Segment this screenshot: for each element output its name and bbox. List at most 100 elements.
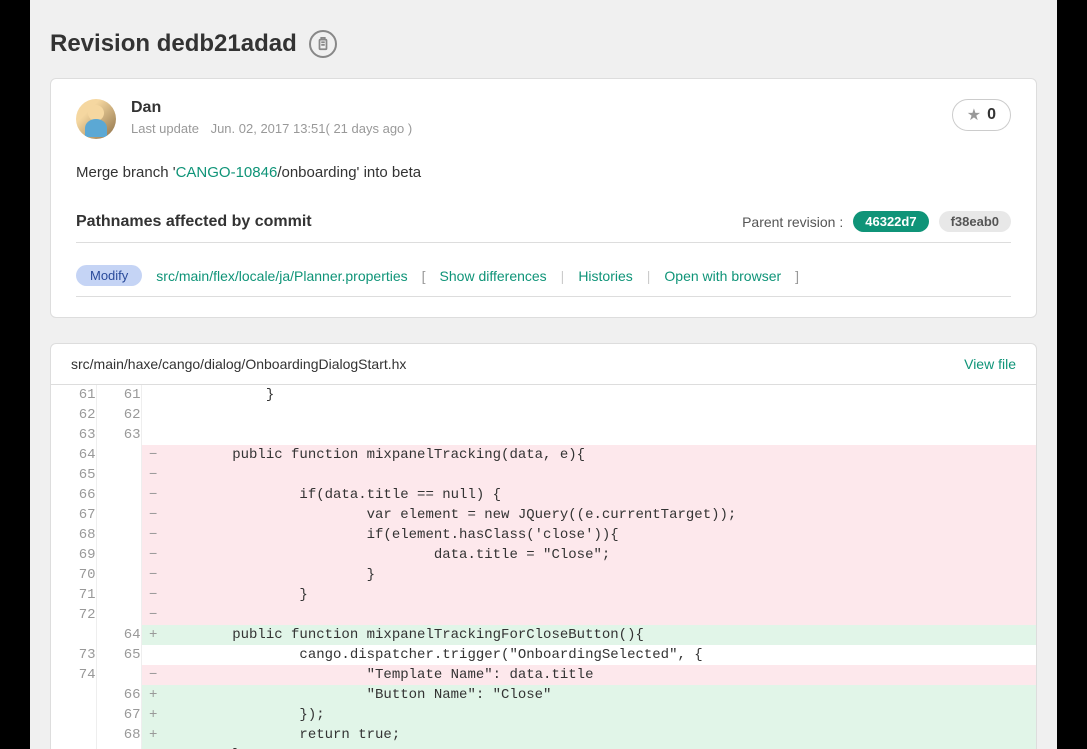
last-update-label: Last update — [131, 121, 199, 136]
new-line-number[interactable]: 65 — [96, 645, 141, 665]
open-browser-link[interactable]: Open with browser — [664, 268, 781, 284]
diff-line: 69+ } — [51, 745, 1036, 749]
affected-file-path[interactable]: src/main/flex/locale/ja/Planner.properti… — [156, 268, 407, 284]
new-line-number[interactable] — [96, 445, 141, 465]
old-line-number[interactable]: 62 — [51, 405, 96, 425]
old-line-number[interactable]: 73 — [51, 645, 96, 665]
diff-line: 64+ public function mixpanelTrackingForC… — [51, 625, 1036, 645]
histories-link[interactable]: Histories — [578, 268, 632, 284]
diff-code: if(data.title == null) { — [165, 485, 1036, 505]
old-line-number[interactable] — [51, 745, 96, 749]
show-differences-link[interactable]: Show differences — [440, 268, 547, 284]
diff-line: 68+ return true; — [51, 725, 1036, 745]
diff-line: 66 − if(data.title == null) { — [51, 485, 1036, 505]
old-line-number[interactable]: 70 — [51, 565, 96, 585]
diff-line: 6161 } — [51, 385, 1036, 405]
diff-marker: − — [141, 445, 165, 465]
old-line-number[interactable]: 65 — [51, 465, 96, 485]
diff-code — [165, 425, 1036, 445]
new-line-number[interactable] — [96, 605, 141, 625]
avatar[interactable] — [76, 99, 116, 139]
modify-badge: Modify — [76, 265, 142, 286]
diff-line: 72− — [51, 605, 1036, 625]
old-line-number[interactable]: 74 — [51, 665, 96, 685]
new-line-number[interactable] — [96, 585, 141, 605]
new-line-number[interactable]: 61 — [96, 385, 141, 405]
diff-marker: − — [141, 525, 165, 545]
diff-code: public function mixpanelTrackingForClose… — [165, 625, 1036, 645]
old-line-number[interactable]: 61 — [51, 385, 96, 405]
diff-line: 6363 — [51, 425, 1036, 445]
old-line-number[interactable]: 64 — [51, 445, 96, 465]
new-line-number[interactable]: 63 — [96, 425, 141, 445]
bracket-open: [ — [422, 268, 426, 284]
view-file-link[interactable]: View file — [964, 356, 1016, 372]
diff-line: 70 − } — [51, 565, 1036, 585]
ticket-link[interactable]: CANGO-10846 — [176, 164, 278, 181]
diff-code: "Button Name": "Close" — [165, 685, 1036, 705]
star-icon: ★ — [967, 105, 981, 125]
diff-marker — [141, 645, 165, 665]
new-line-number[interactable] — [96, 545, 141, 565]
diff-marker: + — [141, 625, 165, 645]
parent-rev-1[interactable]: 46322d7 — [853, 211, 928, 232]
diff-code — [165, 405, 1036, 425]
diff-line: 67− var element = new JQuery((e.currentT… — [51, 505, 1036, 525]
diff-code: } — [165, 565, 1036, 585]
old-line-number[interactable] — [51, 625, 96, 645]
affected-file-row: Modify src/main/flex/locale/ja/Planner.p… — [76, 255, 1011, 297]
diff-code: } — [165, 385, 1036, 405]
diff-line: 7365 cango.dispatcher.trigger("Onboardin… — [51, 645, 1036, 665]
diff-marker: − — [141, 485, 165, 505]
old-line-number[interactable] — [51, 725, 96, 745]
new-line-number[interactable] — [96, 525, 141, 545]
diff-marker: − — [141, 585, 165, 605]
new-line-number[interactable] — [96, 505, 141, 525]
action-divider: | — [647, 268, 651, 284]
old-line-number[interactable]: 66 — [51, 485, 96, 505]
diff-marker: + — [141, 725, 165, 745]
old-line-number[interactable]: 67 — [51, 505, 96, 525]
copy-revision-button[interactable] — [309, 30, 337, 58]
diff-code: data.title = "Close"; — [165, 545, 1036, 565]
diff-marker: − — [141, 565, 165, 585]
diff-line: 71 − } — [51, 585, 1036, 605]
parent-revision-label: Parent revision : — [742, 214, 843, 230]
diff-marker: − — [141, 505, 165, 525]
new-line-number[interactable] — [96, 485, 141, 505]
new-line-number[interactable]: 66 — [96, 685, 141, 705]
old-line-number[interactable]: 68 — [51, 525, 96, 545]
diff-marker — [141, 405, 165, 425]
new-line-number[interactable]: 68 — [96, 725, 141, 745]
old-line-number[interactable] — [51, 685, 96, 705]
diff-filename: src/main/haxe/cango/dialog/OnboardingDia… — [71, 356, 406, 372]
action-divider: | — [561, 268, 565, 284]
clipboard-icon — [316, 37, 330, 51]
old-line-number[interactable]: 71 — [51, 585, 96, 605]
new-line-number[interactable]: 64 — [96, 625, 141, 645]
diff-code: } — [165, 585, 1036, 605]
diff-line: 67+ }); — [51, 705, 1036, 725]
diff-marker — [141, 385, 165, 405]
new-line-number[interactable]: 67 — [96, 705, 141, 725]
diff-marker: + — [141, 705, 165, 725]
old-line-number[interactable]: 63 — [51, 425, 96, 445]
star-count: 0 — [987, 106, 996, 124]
new-line-number[interactable] — [96, 665, 141, 685]
diff-line: 6262 — [51, 405, 1036, 425]
diff-code: "Template Name": data.title — [165, 665, 1036, 685]
old-line-number[interactable]: 69 — [51, 545, 96, 565]
new-line-number[interactable] — [96, 465, 141, 485]
author-name[interactable]: Dan — [131, 99, 412, 117]
diff-marker: − — [141, 545, 165, 565]
old-line-number[interactable]: 72 — [51, 605, 96, 625]
diff-code — [165, 465, 1036, 485]
parent-rev-2[interactable]: f38eab0 — [939, 211, 1011, 232]
page-title: Revision dedb21adad — [50, 30, 297, 58]
old-line-number[interactable] — [51, 705, 96, 725]
new-line-number[interactable] — [96, 565, 141, 585]
star-button[interactable]: ★ 0 — [952, 99, 1011, 131]
new-line-number[interactable]: 62 — [96, 405, 141, 425]
diff-line: 64− public function mixpanelTracking(dat… — [51, 445, 1036, 465]
new-line-number[interactable]: 69 — [96, 745, 141, 749]
